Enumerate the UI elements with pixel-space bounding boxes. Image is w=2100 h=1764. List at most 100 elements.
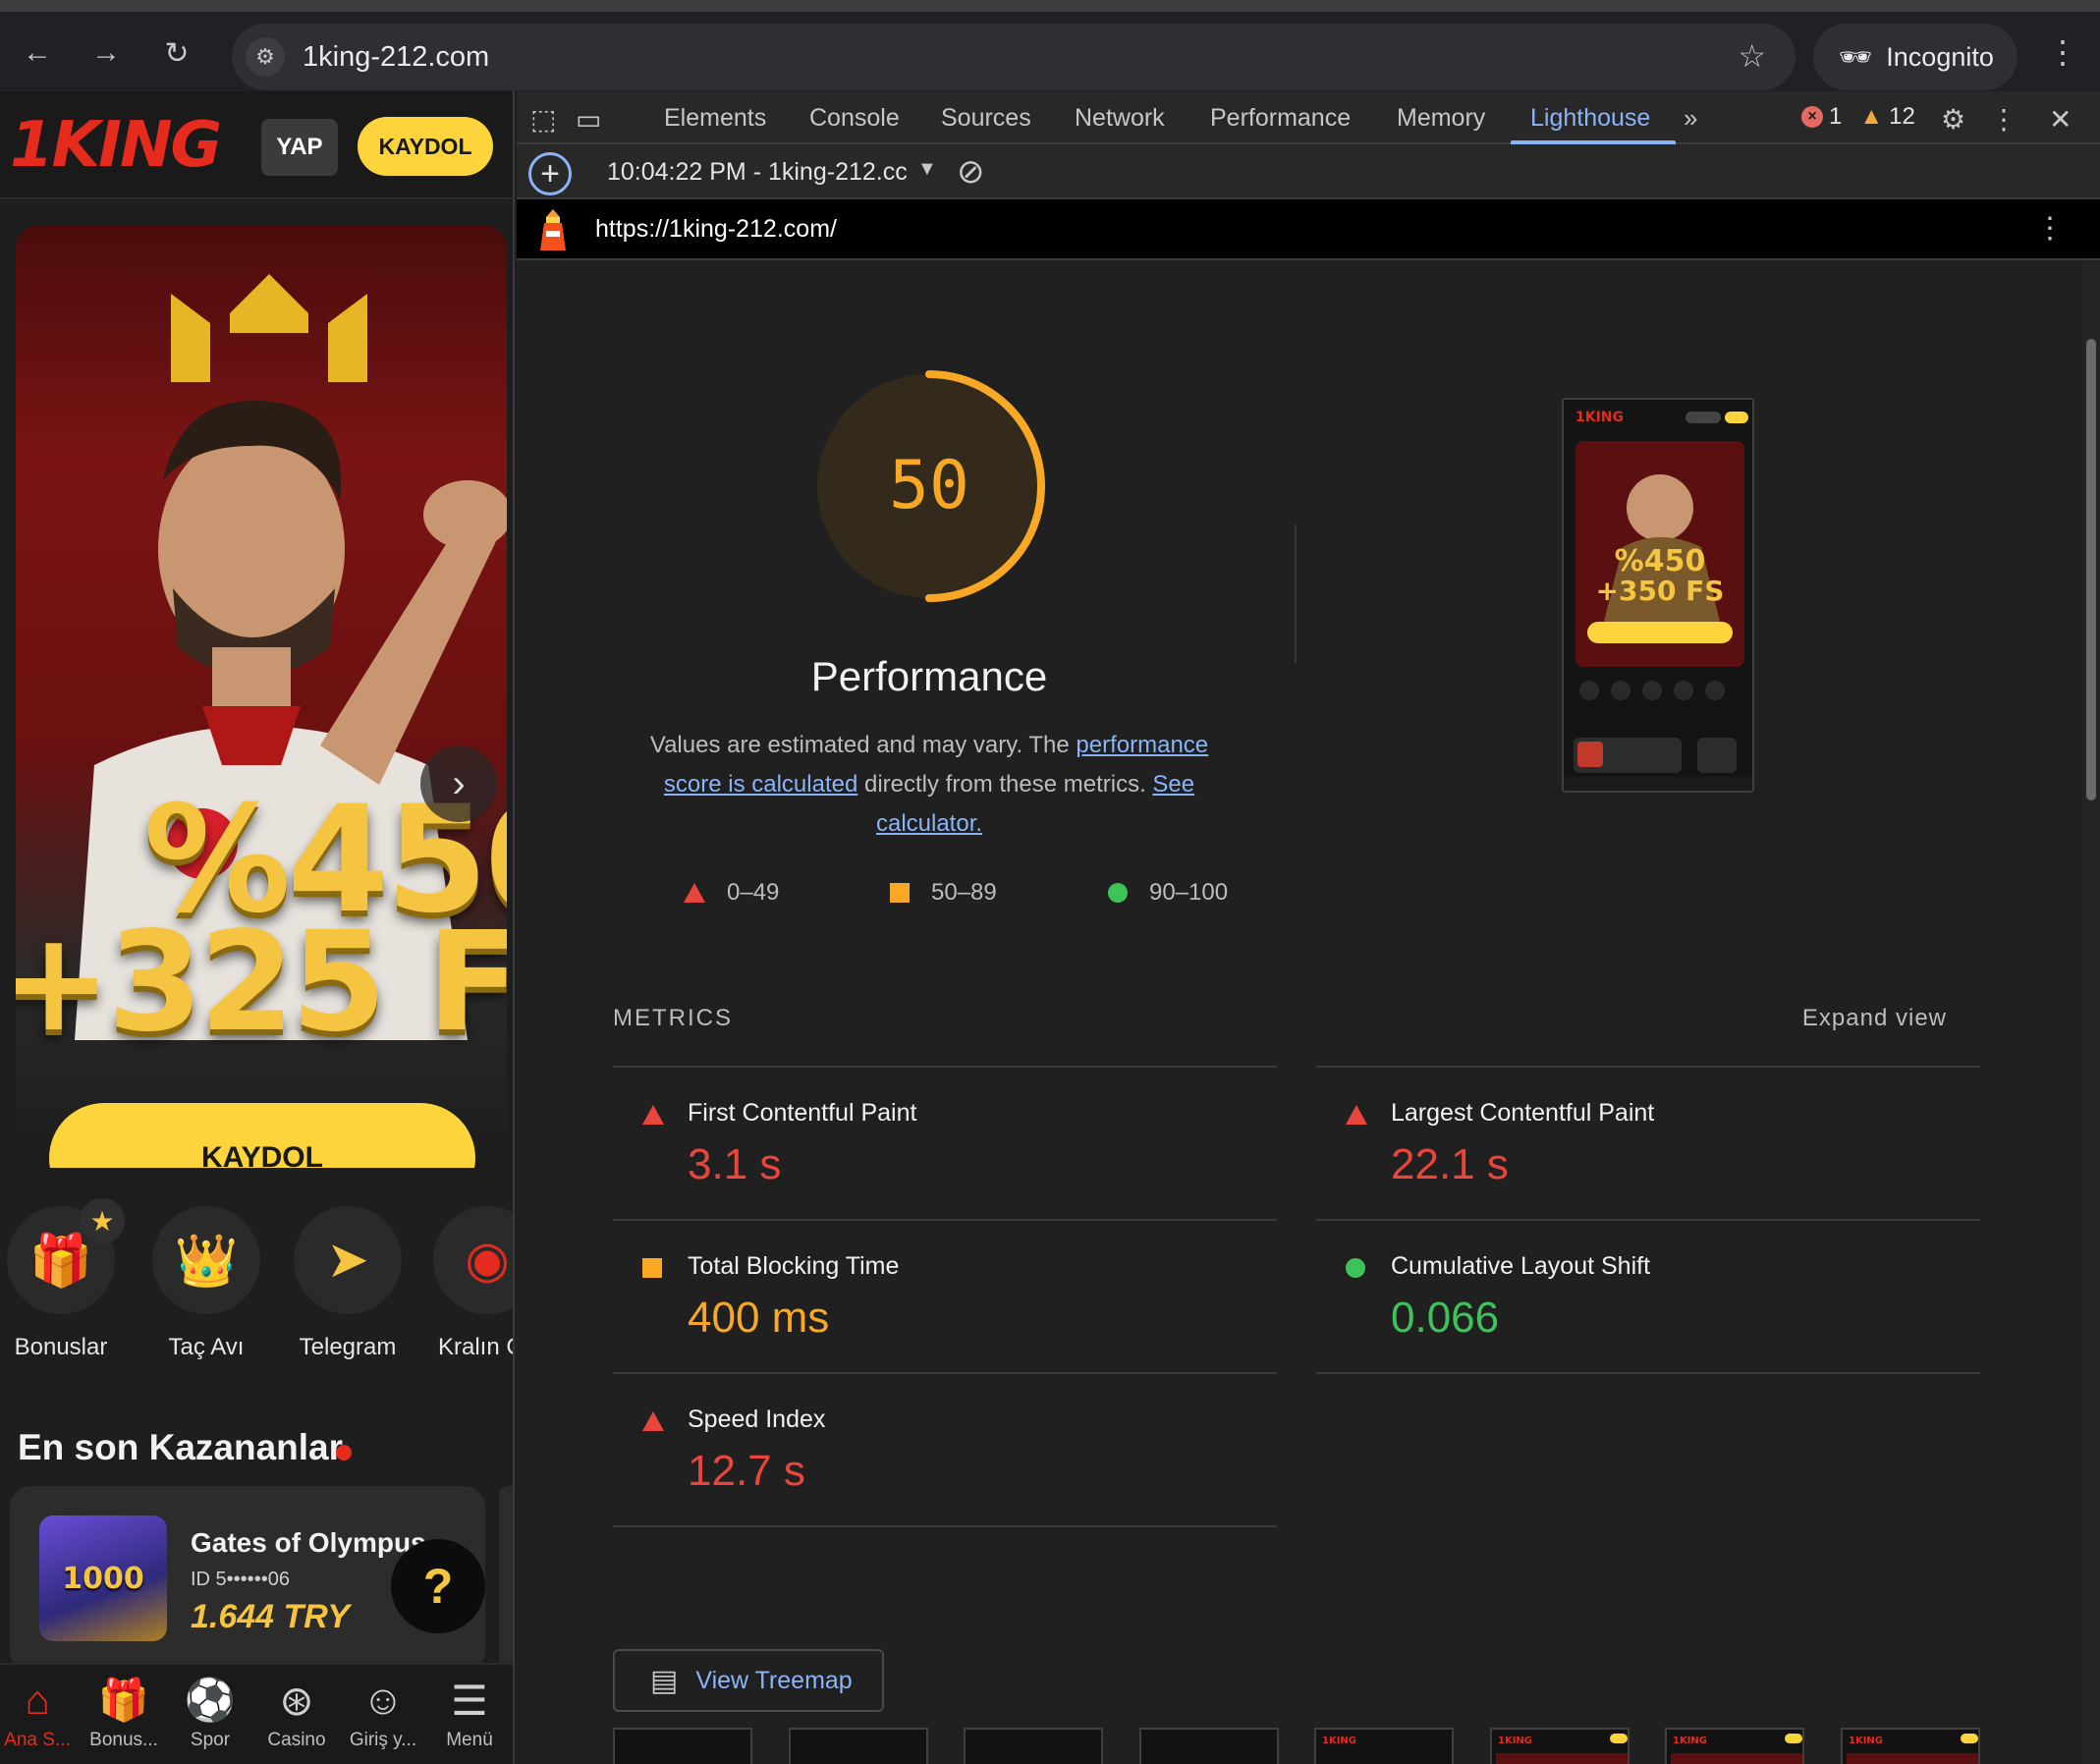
fail-triangle-icon — [1346, 1105, 1367, 1130]
report-selector[interactable]: 10:04:22 PM - 1king-212.cc — [607, 158, 908, 187]
filmstrip-frame: 1KING — [1665, 1728, 1804, 1764]
address-url[interactable]: 1king-212.com — [303, 41, 489, 74]
wheel-icon: ◉ — [433, 1206, 513, 1314]
tab-console[interactable]: Console — [809, 104, 900, 133]
average-square-icon — [642, 1258, 662, 1283]
live-dot-icon — [336, 1445, 352, 1461]
tab-elements[interactable]: Elements — [664, 104, 766, 133]
winners-heading: En son Kazananlar — [18, 1427, 344, 1467]
frame-image: 1KING — [1671, 1734, 1802, 1764]
svg-text:1KING: 1KING — [1849, 1736, 1883, 1746]
lighthouse-toolbar: + 10:04:22 PM - 1king-212.cc ▼ ⊘ — [517, 144, 2100, 199]
devtools-menu-icon[interactable]: ⋮ — [1990, 103, 2017, 136]
issue-counters[interactable]: × 1 ▲ 12 — [1801, 103, 1915, 131]
nav-home[interactable]: ⌂ Ana S... — [0, 1675, 81, 1751]
settings-gear-icon[interactable]: ⚙ — [1941, 103, 1965, 136]
menu-icon: ☰ — [451, 1677, 488, 1724]
more-tabs-icon[interactable]: » — [1684, 103, 1697, 134]
quick-link-kralin-carki[interactable]: ◉ Kralın Ça — [416, 1206, 513, 1361]
filmstrip-frame: 1KING — [1841, 1728, 1980, 1764]
legend-average: 50–89 — [890, 879, 997, 907]
final-screenshot[interactable]: 1KING %450 +350 FS — [1562, 398, 1754, 793]
fail-triangle-icon — [642, 1411, 664, 1436]
performance-score: 50 — [889, 447, 969, 524]
nav-label: Ana S... — [4, 1730, 71, 1750]
metric-value: 22.1 s — [1391, 1140, 1509, 1188]
incognito-label: Incognito — [1886, 41, 1994, 72]
warning-count: 12 — [1889, 103, 1915, 130]
nav-casino[interactable]: ⊛ Casino — [253, 1675, 340, 1751]
legend-label: 90–100 — [1149, 879, 1229, 906]
forward-arrow-icon[interactable]: → — [86, 33, 126, 73]
report-url[interactable]: https://1king-212.com/ — [595, 215, 837, 244]
help-button[interactable]: ? — [391, 1539, 485, 1633]
incognito-icon: 🕶 — [1839, 42, 1873, 72]
nav-bonus[interactable]: 🎁 Bonus... — [81, 1675, 167, 1751]
nav-login[interactable]: ☺ Giriş y... — [340, 1675, 426, 1751]
error-icon: × — [1801, 106, 1823, 128]
address-bar[interactable]: ⚙ 1king-212.com ☆ — [232, 24, 1796, 90]
metric-name: Total Blocking Time — [688, 1252, 900, 1280]
crown-icon: 👑 — [152, 1206, 260, 1314]
metrics-divider — [613, 1525, 1277, 1527]
next-winner-card[interactable] — [499, 1486, 513, 1673]
gift-icon: 🎁 ★ — [7, 1198, 125, 1314]
register-button[interactable]: KAYDOL — [358, 117, 493, 176]
legend-label: 0–49 — [727, 879, 780, 906]
legend-fail: 0–49 — [684, 879, 779, 907]
desc-text: directly from these metrics. — [857, 771, 1153, 798]
winner-game-name: Gates of Olympus — [191, 1527, 426, 1558]
quick-link-label: Telegram — [299, 1334, 397, 1360]
inspect-element-icon[interactable]: ⬚ — [530, 103, 556, 136]
expand-view-toggle[interactable]: Expand view — [1802, 1005, 1947, 1032]
tab-lighthouse[interactable]: Lighthouse — [1530, 104, 1650, 133]
nav-spor[interactable]: ⚽ Spor — [167, 1675, 253, 1751]
bookmark-star-icon[interactable]: ☆ — [1738, 37, 1766, 75]
metric-value: 0.066 — [1391, 1294, 1500, 1342]
nav-menu[interactable]: ☰ Menü — [426, 1675, 513, 1751]
scroll-thumb[interactable] — [2086, 339, 2096, 800]
view-treemap-button[interactable]: ▤ View Treemap — [613, 1649, 884, 1712]
metric-value: 12.7 s — [688, 1447, 805, 1495]
quick-link-tac-avi[interactable]: 👑 Taç Avı — [136, 1206, 277, 1361]
fail-triangle-icon — [684, 883, 705, 903]
new-report-plus-icon[interactable]: + — [528, 152, 572, 195]
kebab-menu-icon[interactable]: ⋮ — [2047, 33, 2078, 71]
average-square-icon — [890, 883, 910, 903]
metric-name: Speed Index — [688, 1406, 826, 1433]
carousel-next-icon[interactable]: › — [420, 745, 497, 822]
metric-value: 3.1 s — [688, 1140, 782, 1188]
tab-memory[interactable]: Memory — [1397, 104, 1485, 133]
promo-banner[interactable]: %450 +325 FS › KAYDOL — [16, 225, 507, 1168]
metric-cls: Cumulative Layout Shift 0.066 — [1316, 1219, 1980, 1372]
site-info-icon[interactable]: ⚙ — [246, 37, 285, 77]
metric-value: 400 ms — [688, 1294, 830, 1342]
error-count: 1 — [1829, 103, 1843, 130]
incognito-badge[interactable]: 🕶 Incognito — [1813, 24, 2017, 90]
back-arrow-icon[interactable]: ← — [18, 33, 57, 73]
metric-lcp: Largest Contentful Paint 22.1 s — [1316, 1066, 1980, 1219]
metrics-heading: METRICS — [613, 1005, 733, 1031]
tab-performance[interactable]: Performance — [1210, 104, 1351, 133]
login-button[interactable]: YAP — [261, 119, 338, 176]
nav-label: Bonus... — [89, 1730, 158, 1750]
tab-sources[interactable]: Sources — [941, 104, 1031, 133]
quick-link-telegram[interactable]: ➤ Telegram — [277, 1206, 418, 1361]
reload-icon[interactable]: ↻ — [157, 33, 196, 73]
report-menu-icon[interactable]: ⋮ — [2035, 211, 2065, 246]
close-icon[interactable]: ✕ — [2049, 103, 2072, 136]
view-treemap-label: View Treemap — [695, 1666, 853, 1694]
tab-network[interactable]: Network — [1075, 104, 1165, 133]
site-viewport: 1KING YAP KAYDOL %450 +325 FS › KAYDOL 🎁… — [0, 91, 515, 1764]
chevron-down-icon[interactable]: ▼ — [917, 158, 937, 181]
clear-reports-icon[interactable]: ⊘ — [957, 152, 985, 192]
metric-name: Largest Contentful Paint — [1391, 1099, 1655, 1127]
device-toolbar-icon[interactable]: ▭ — [576, 103, 601, 136]
legend-label: 50–89 — [931, 879, 997, 906]
report-scrollbar[interactable] — [2082, 260, 2100, 1764]
quick-link-bonuslar[interactable]: 🎁 ★ Bonuslar — [0, 1198, 132, 1361]
banner-register-button[interactable]: KAYDOL — [49, 1103, 475, 1168]
user-icon: ☺ — [361, 1677, 405, 1723]
divider — [1295, 525, 1297, 663]
site-logo[interactable]: 1KING — [10, 109, 222, 182]
